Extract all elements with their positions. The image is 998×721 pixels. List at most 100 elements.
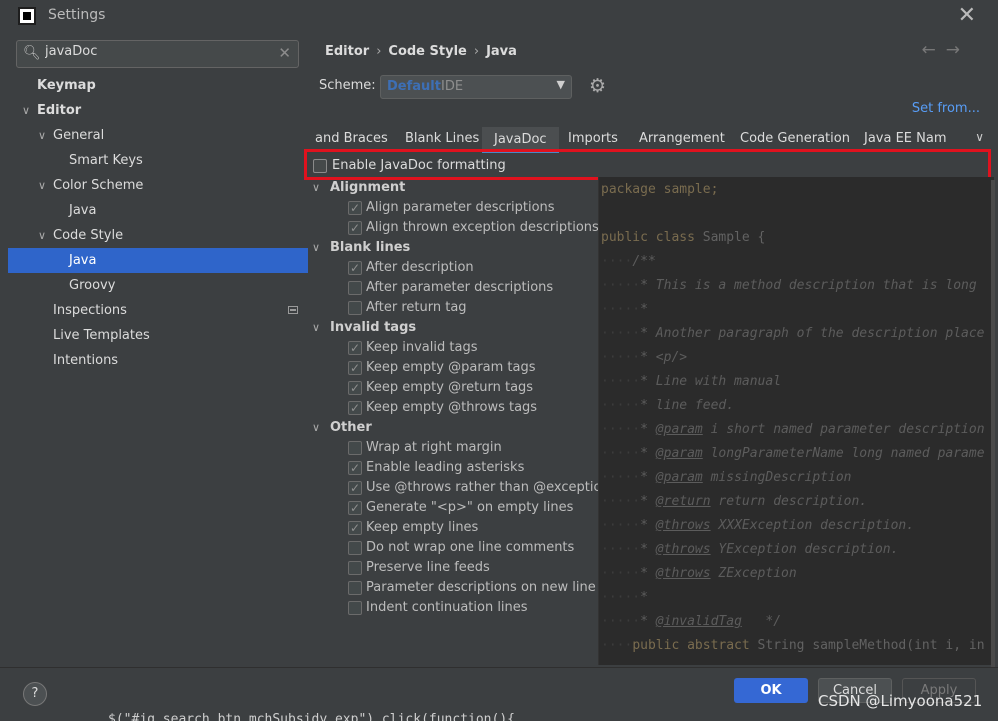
tab-code-generation[interactable]: Code Generation: [740, 131, 850, 146]
checkbox[interactable]: [348, 378, 362, 398]
sidebar-item-keymap[interactable]: Keymap: [8, 73, 308, 98]
option-keep-empty-param[interactable]: Keep empty @param tags: [348, 358, 598, 378]
ok-button[interactable]: OK: [734, 678, 808, 703]
tab-braces[interactable]: and Braces: [315, 131, 388, 146]
tab-arrangement[interactable]: Arrangement: [639, 131, 725, 146]
code-doc-tag: @throws: [655, 542, 711, 557]
option-label: Enable leading asterisks: [366, 460, 525, 475]
window-title: Settings: [48, 7, 106, 23]
checkbox[interactable]: [348, 218, 362, 238]
chevron-down-icon[interactable]: ∨: [35, 173, 49, 198]
checkbox[interactable]: [348, 441, 362, 455]
breadcrumb-editor[interactable]: Editor: [325, 44, 369, 59]
close-icon[interactable]: ✕: [958, 3, 976, 28]
group-blank-lines[interactable]: ∨ Blank lines: [308, 238, 588, 258]
option-use-throws[interactable]: Use @throws rather than @exception: [348, 478, 610, 498]
sidebar-item-live-templates[interactable]: Live Templates: [8, 323, 308, 348]
code-line: ·····* <p/>: [601, 350, 688, 365]
scheme-ide-text: IDE: [441, 79, 464, 94]
sidebar-item-color-scheme[interactable]: ∨ Color Scheme: [8, 173, 308, 198]
checkbox[interactable]: [348, 601, 362, 615]
group-other[interactable]: ∨ Other: [308, 418, 588, 438]
code-comment: * Line with manual: [640, 374, 782, 389]
sidebar-item-smart-keys[interactable]: Smart Keys: [8, 148, 308, 173]
checkbox[interactable]: [348, 458, 362, 478]
code-doc-tag: @invalidTag: [655, 614, 742, 629]
chevron-down-icon[interactable]: ∨: [312, 418, 320, 438]
option-indent-continuation[interactable]: Indent continuation lines: [348, 598, 598, 618]
checkbox[interactable]: [348, 398, 362, 418]
option-keep-empty-throws[interactable]: Keep empty @throws tags: [348, 398, 598, 418]
checkbox[interactable]: [348, 518, 362, 538]
sidebar-item-label: Color Scheme: [53, 178, 144, 193]
enable-javadoc-option[interactable]: Enable JavaDoc formatting: [313, 156, 613, 176]
checkbox[interactable]: [348, 198, 362, 218]
option-label: Keep invalid tags: [366, 340, 478, 355]
option-after-return[interactable]: After return tag: [348, 298, 598, 318]
option-wrap-margin[interactable]: Wrap at right margin: [348, 438, 598, 458]
option-generate-p[interactable]: Generate "<p>" on empty lines: [348, 498, 598, 518]
option-keep-invalid[interactable]: Keep invalid tags: [348, 338, 598, 358]
sidebar-item-intentions[interactable]: Intentions: [8, 348, 308, 373]
checkbox[interactable]: [348, 358, 362, 378]
breadcrumb-code-style[interactable]: Code Style: [388, 44, 466, 59]
option-preserve-feeds[interactable]: Preserve line feeds: [348, 558, 598, 578]
option-keep-empty-lines[interactable]: Keep empty lines: [348, 518, 598, 538]
back-arrow-icon[interactable]: ←: [922, 40, 946, 60]
checkbox[interactable]: [348, 498, 362, 518]
sidebar-item-editor[interactable]: ∨ Editor: [8, 98, 308, 123]
chevron-down-icon[interactable]: ∨: [35, 223, 49, 248]
sidebar-item-inspections[interactable]: Inspections: [8, 298, 308, 323]
checkbox[interactable]: [348, 338, 362, 358]
intellij-logo-icon: [18, 7, 36, 25]
sidebar-item-code-style-java[interactable]: Java: [8, 248, 308, 273]
option-after-description[interactable]: After description: [348, 258, 598, 278]
forward-arrow-icon[interactable]: →: [946, 40, 970, 60]
option-no-wrap-one-line[interactable]: Do not wrap one line comments: [348, 538, 598, 558]
checkbox[interactable]: [348, 281, 362, 295]
option-label: Keep empty @return tags: [366, 380, 534, 395]
option-param-new-line[interactable]: Parameter descriptions on new line: [348, 578, 598, 598]
option-leading-asterisks[interactable]: Enable leading asterisks: [348, 458, 598, 478]
group-alignment[interactable]: ∨ Alignment: [308, 178, 588, 198]
scheme-dropdown[interactable]: Default IDE ▼: [380, 75, 572, 99]
option-after-param[interactable]: After parameter descriptions: [348, 278, 598, 298]
code-keyword: public abstract: [632, 638, 750, 653]
chevron-down-icon[interactable]: ∨: [975, 130, 984, 144]
tab-java-ee[interactable]: Java EE Nam: [864, 131, 947, 146]
breadcrumb-java: Java: [486, 44, 517, 59]
help-button[interactable]: ?: [23, 682, 47, 706]
checkbox[interactable]: [348, 581, 362, 595]
chevron-down-icon[interactable]: ∨: [312, 178, 320, 198]
search-input[interactable]: [45, 44, 275, 59]
sidebar-item-groovy[interactable]: Groovy: [8, 273, 308, 298]
clear-icon[interactable]: ✕: [278, 44, 291, 62]
sidebar-item-color-scheme-java[interactable]: Java: [8, 198, 308, 223]
tab-blank-lines[interactable]: Blank Lines: [405, 131, 479, 146]
checkbox[interactable]: [348, 478, 362, 498]
enable-javadoc-checkbox[interactable]: [313, 159, 327, 173]
tab-imports[interactable]: Imports: [568, 131, 618, 146]
checkbox[interactable]: [348, 561, 362, 575]
gear-icon[interactable]: ⚙: [589, 75, 606, 97]
option-align-thrown[interactable]: Align thrown exception descriptions: [348, 218, 599, 238]
search-box[interactable]: 🔍︎ ✕: [16, 40, 299, 68]
chevron-down-icon[interactable]: ∨: [312, 318, 320, 338]
option-keep-empty-return[interactable]: Keep empty @return tags: [348, 378, 598, 398]
option-align-param[interactable]: Align parameter descriptions: [348, 198, 598, 218]
group-invalid-tags[interactable]: ∨ Invalid tags: [308, 318, 588, 338]
code-line: package sample;: [601, 182, 718, 197]
chevron-down-icon[interactable]: ∨: [35, 123, 49, 148]
checkbox[interactable]: [348, 301, 362, 315]
checkbox[interactable]: [348, 258, 362, 278]
sidebar-item-general[interactable]: ∨ General: [8, 123, 308, 148]
set-from-link[interactable]: Set from...: [912, 101, 980, 116]
code-comment: *: [640, 302, 648, 317]
code-line: ·····* @invalidTag */: [601, 614, 782, 629]
chevron-down-icon[interactable]: ∨: [312, 238, 320, 258]
option-label: After return tag: [366, 300, 467, 315]
chevron-down-icon[interactable]: ∨: [19, 98, 33, 123]
checkbox[interactable]: [348, 541, 362, 555]
preview-scrollbar[interactable]: [991, 180, 995, 670]
sidebar-item-code-style[interactable]: ∨ Code Style: [8, 223, 308, 248]
